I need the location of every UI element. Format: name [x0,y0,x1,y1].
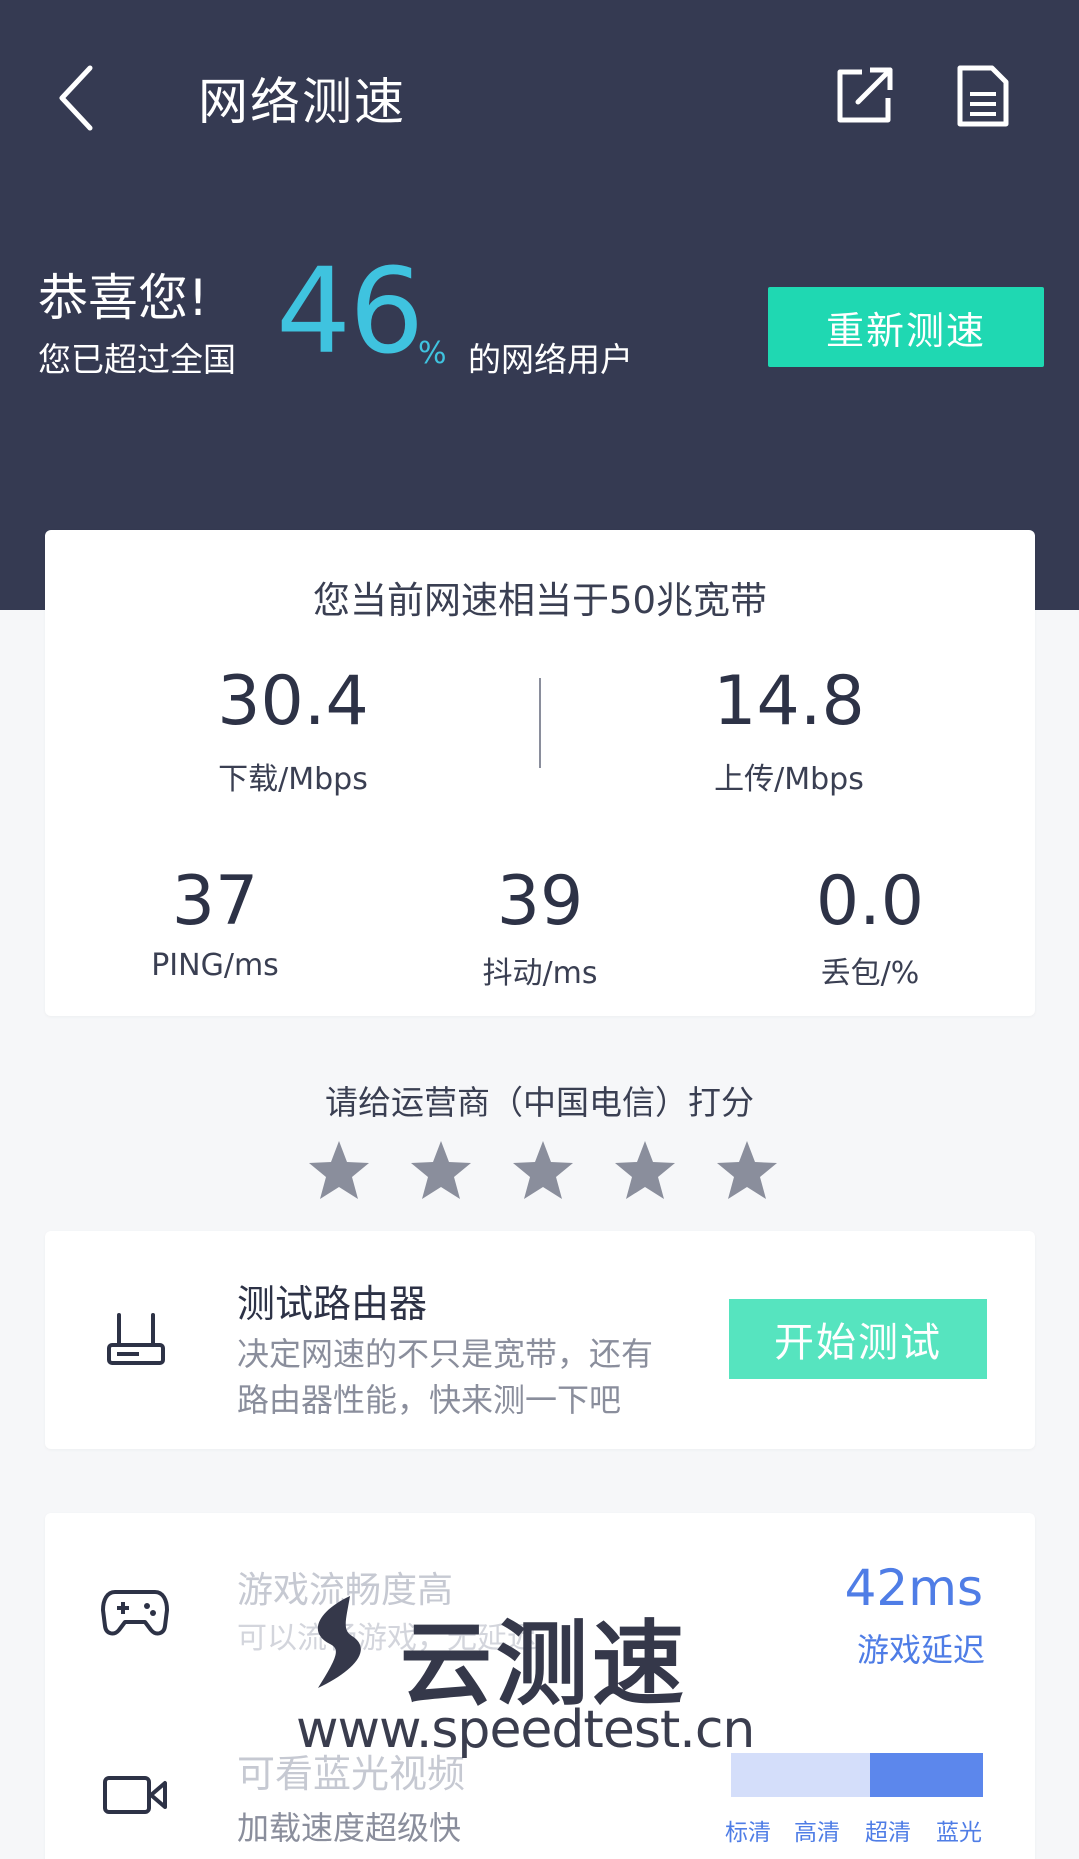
router-description-line2: 路由器性能，快来测一下吧 [237,1381,622,1419]
gamepad-icon [101,1586,169,1638]
router-icon [105,1311,167,1369]
percentile-unit: % [418,336,447,371]
users-suffix-text: 的网络用户 [468,340,633,379]
packet-loss-label: 丢包/% [820,956,920,991]
video-quality-desc: 加载速度超级快 [237,1809,462,1847]
share-icon [837,67,893,123]
game-latency-value: 42ms [844,1559,983,1617]
quality-label-fhd: 超清 [865,1820,911,1846]
congrats-text: 恭喜您! [38,269,209,327]
download-label: 下载/Mbps [218,762,368,797]
document-icon [957,65,1009,127]
star-2[interactable] [408,1138,474,1204]
video-quality-bar [731,1753,983,1797]
star-icon [411,1141,471,1199]
star-1[interactable] [306,1138,372,1204]
star-rating [300,1138,780,1204]
jitter-value: 39 [496,862,584,941]
retest-button[interactable]: 重新测速 [768,287,1044,367]
chevron-left-icon [59,65,93,131]
experience-card: 游戏流畅度高 可以流畅游戏，无延迟 42ms 游戏延迟 可看蓝光视频 加载速度超… [45,1513,1035,1859]
router-description-line1: 决定网速的不只是宽带，还有 [237,1335,654,1373]
ping-label: PING/ms [151,948,279,983]
back-button[interactable] [50,58,110,138]
metric-divider [539,678,541,768]
quality-bar-low [731,1753,870,1797]
bandwidth-equivalent: 您当前网速相当于50兆宽带 [312,579,768,622]
star-icon [717,1141,777,1199]
quality-label-sd: 标清 [725,1820,771,1846]
start-router-test-button[interactable]: 开始测试 [729,1299,987,1379]
percentile-value: 46 [276,242,424,380]
rating-prompt: 请给运营商（中国电信）打分 [325,1083,754,1122]
star-icon [309,1141,369,1199]
ping-value: 37 [171,862,259,941]
star-4[interactable] [612,1138,678,1204]
exceeded-text: 您已超过全国 [38,340,236,379]
quality-bar-high [870,1753,983,1797]
top-bar: 网络测速 [0,0,1079,190]
page-title: 网络测速 [198,73,406,131]
share-button[interactable] [832,64,896,128]
quality-label-bluray: 蓝光 [936,1820,982,1846]
speed-result-card: 您当前网速相当于50兆宽带 30.4 下载/Mbps 14.8 上传/Mbps … [45,530,1035,1016]
upload-label: 上传/Mbps [714,762,864,797]
video-camera-icon [103,1775,167,1815]
quality-labels: 标清 高清 超清 蓝光 [725,1813,995,1846]
packet-loss-value: 0.0 [815,862,925,941]
star-icon [615,1141,675,1199]
download-value: 30.4 [217,662,369,741]
upload-value: 14.8 [713,662,865,741]
quality-label-hd: 高清 [794,1820,840,1846]
video-quality-title: 可看蓝光视频 [237,1752,466,1796]
game-fluency-title: 游戏流畅度高 [237,1570,454,1611]
game-latency-label: 游戏延迟 [856,1631,985,1669]
game-fluency-desc: 可以流畅游戏，无延迟 [237,1621,537,1656]
star-3[interactable] [510,1138,576,1204]
jitter-label: 抖动/ms [482,956,598,991]
star-5[interactable] [714,1138,780,1204]
router-title: 测试路由器 [237,1282,428,1326]
star-icon [513,1141,573,1199]
report-button[interactable] [954,64,1012,128]
router-test-card: 测试路由器 决定网速的不只是宽带，还有 路由器性能，快来测一下吧 开始测试 [45,1231,1035,1449]
